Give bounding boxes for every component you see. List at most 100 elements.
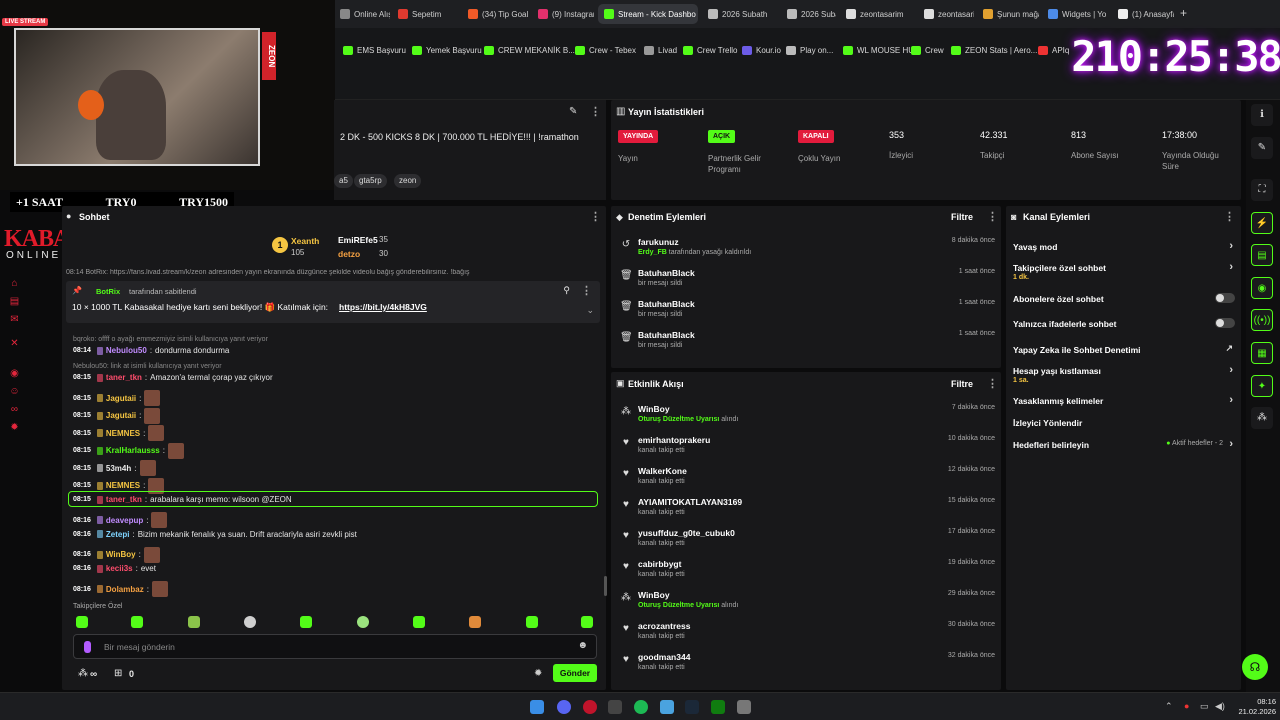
- leader-name[interactable]: detzo: [338, 249, 360, 259]
- unpin-icon[interactable]: ⚲: [563, 285, 570, 296]
- message-username[interactable]: Zetepi: [106, 530, 130, 539]
- chat-message[interactable]: 08:15 taner_tkn: arabalara karşı memo: wil…: [73, 495, 292, 504]
- moderation-row[interactable]: 🗑 BatuhanBlack bir mesajı sildi 1 saat önce: [620, 330, 1000, 358]
- emote-icon[interactable]: [469, 616, 481, 628]
- activity-row[interactable]: ♥ goodman344 kanalı takip etti 32 dakika ön…: [620, 652, 1000, 680]
- info-icon[interactable]: ℹ: [1251, 104, 1273, 126]
- chat-message[interactable]: 08:15 KralHarlausss:: [73, 442, 184, 459]
- activity-row[interactable]: ⁂ WinBoy Oturuş Düzeltme Uyarısı alındı 29 …: [620, 590, 1000, 618]
- points-icon[interactable]: ⁂: [78, 668, 88, 679]
- circle-icon[interactable]: ◉: [9, 368, 20, 379]
- browser-tab[interactable]: Sepetim: [392, 4, 458, 24]
- browser-tab[interactable]: zeontasarim: [918, 4, 974, 24]
- activity-row[interactable]: ♥ WalkerKone kanalı takip etti 12 dakika ön…: [620, 466, 1000, 494]
- chat-message[interactable]: 08:16 kecii3s: evet: [73, 564, 156, 573]
- app-icon[interactable]: [660, 700, 674, 714]
- activity-user[interactable]: WinBoy: [638, 404, 670, 414]
- activity-user[interactable]: acrozantress: [638, 621, 690, 631]
- tag-chip[interactable]: gta5rp: [354, 174, 387, 188]
- bookmark-item[interactable]: Livad: [644, 46, 677, 55]
- bookmark-item[interactable]: Crew Trello: [683, 46, 737, 55]
- support-icon[interactable]: ☊: [1242, 654, 1268, 680]
- message-username[interactable]: kecii3s: [106, 564, 133, 573]
- obs-icon[interactable]: [608, 700, 622, 714]
- moderation-user[interactable]: BatuhanBlack: [638, 299, 695, 309]
- message-username[interactable]: taner_tkn: [106, 495, 142, 504]
- bookmark-item[interactable]: WL MOUSE HUB: [843, 46, 919, 55]
- activity-row[interactable]: ♥ yusuffduz_g0te_cubuk0 kanalı takip etti 1…: [620, 528, 1000, 556]
- channel-action-row[interactable]: İzleyici Yönlendir: [1013, 418, 1235, 430]
- leader-name[interactable]: Xeanth: [291, 236, 319, 246]
- chat-message[interactable]: 08:15 NEMNES:: [73, 425, 165, 441]
- emote-icon[interactable]: [76, 616, 88, 628]
- toggle-switch[interactable]: [1215, 318, 1235, 328]
- fullscreen-icon[interactable]: ⛶: [1251, 179, 1273, 201]
- opera-icon[interactable]: [583, 700, 597, 714]
- bookmark-item[interactable]: EMS Başvuru: [343, 46, 406, 55]
- filter-button[interactable]: Filtre: [951, 379, 973, 389]
- chat-message[interactable]: 08:15 Jagutaii:: [73, 390, 161, 406]
- bookmark-item[interactable]: ZEON Stats | Aero...: [951, 46, 1037, 55]
- edit-icon[interactable]: ✎: [1251, 137, 1273, 159]
- bookmark-item[interactable]: Yemek Başvuru: [412, 46, 482, 55]
- channel-action-row[interactable]: Yasaklanmış kelimeler ›: [1013, 394, 1235, 408]
- clock-time[interactable]: 08:16: [1236, 697, 1276, 706]
- windows-start-icon[interactable]: [530, 700, 544, 714]
- message-username[interactable]: Jagutaii: [106, 411, 136, 420]
- home-icon[interactable]: ⌂: [9, 278, 20, 289]
- message-username[interactable]: NEMNES: [106, 429, 140, 438]
- message-username[interactable]: WinBoy: [106, 550, 136, 559]
- moderator-name[interactable]: Erdy_FB: [638, 249, 667, 256]
- chat-message[interactable]: 08:16 Zetepi: Bizim mekanik fenalık ya sua…: [73, 530, 357, 539]
- gift-icon[interactable]: ⊞: [114, 668, 122, 679]
- browser-tab[interactable]: Şunun mağa: [977, 4, 1039, 24]
- activity-row[interactable]: ♥ cabirbbygt kanalı takip etti 19 dakika ön…: [620, 559, 1000, 587]
- edit-icon[interactable]: ✎: [569, 106, 577, 117]
- settings-icon[interactable]: [737, 700, 751, 714]
- moderation-row[interactable]: ↺ farukunuz Erdy_FB tarafından yasağı kald…: [620, 237, 1000, 265]
- steam-icon[interactable]: [685, 700, 699, 714]
- message-username[interactable]: NEMNES: [106, 481, 140, 490]
- tag-chip[interactable]: a5: [334, 174, 353, 188]
- activity-row[interactable]: ♥ emirhantoprakeru kanalı takip etti 10 dak…: [620, 435, 1000, 463]
- activity-row[interactable]: ♥ AYIAMITOKATLAYAN3169 kanalı takip etti 15…: [620, 497, 1000, 525]
- activity-user[interactable]: emirhantoprakeru: [638, 435, 710, 445]
- browser-tab[interactable]: (9) Instagram: [532, 4, 594, 24]
- chat-message[interactable]: 08:16 Dolambaz:: [73, 581, 168, 597]
- bookmark-item[interactable]: Kour.io: [742, 46, 781, 55]
- activity-user[interactable]: WalkerKone: [638, 466, 687, 476]
- gear-icon[interactable]: ✹: [9, 422, 20, 433]
- browser-tab[interactable]: Stream - Kick Dashbo: [598, 4, 698, 24]
- channel-action-row[interactable]: Hesap yaşı kıstlaması 1 sa. ›: [1013, 364, 1235, 386]
- activity-user[interactable]: goodman344: [638, 652, 690, 662]
- browser-tab[interactable]: 2026 Subath: [781, 4, 836, 24]
- message-username[interactable]: taner_tkn: [106, 373, 142, 382]
- browser-tab[interactable]: zeontasarim: [840, 4, 914, 24]
- activity-row[interactable]: ♥ acrozantress kanalı takip etti 30 dakika …: [620, 621, 1000, 649]
- leader-name[interactable]: EmiREfe5: [338, 235, 378, 245]
- more-icon[interactable]: ⋮: [590, 105, 601, 118]
- message-username[interactable]: deavepup: [106, 516, 143, 525]
- chat-icon[interactable]: ◉: [1251, 277, 1273, 299]
- lightning-icon[interactable]: ⚡: [1251, 212, 1273, 234]
- emote-icon[interactable]: [131, 616, 143, 628]
- clock-date[interactable]: 21.02.2026: [1230, 707, 1276, 716]
- activity-user[interactable]: AYIAMITOKATLAYAN3169: [638, 497, 742, 507]
- channel-action-row[interactable]: Yalnızca ifadelerle sohbet: [1013, 318, 1235, 331]
- network-icon[interactable]: ▭: [1200, 701, 1209, 712]
- emote-icon[interactable]: [244, 616, 256, 628]
- chat-more-icon[interactable]: ⋮: [590, 210, 601, 223]
- message-username[interactable]: 53m4h: [106, 464, 131, 473]
- channel-action-row[interactable]: Hedefleri belirleyin › ● Aktif hedefler - …: [1013, 438, 1235, 452]
- x-icon[interactable]: ✕: [9, 338, 20, 349]
- bookmark-item[interactable]: Play on...: [786, 46, 833, 55]
- chat-message[interactable]: 08:15 Jagutaii:: [73, 407, 161, 424]
- emote-icon[interactable]: [300, 616, 312, 628]
- activity-row[interactable]: ⁂ WinBoy Oturuş Düzeltme Uyarısı alındı 7 d…: [620, 404, 1000, 432]
- broadcast-icon[interactable]: ((•)): [1251, 309, 1273, 331]
- message-username[interactable]: Nebulou50: [106, 346, 147, 355]
- bookmark-item[interactable]: CREW MEKANİK B...: [484, 46, 575, 55]
- moderation-more-icon[interactable]: ⋮: [987, 210, 998, 223]
- moderation-user[interactable]: farukunuz: [638, 237, 679, 247]
- new-tab-icon[interactable]: +: [1180, 6, 1187, 20]
